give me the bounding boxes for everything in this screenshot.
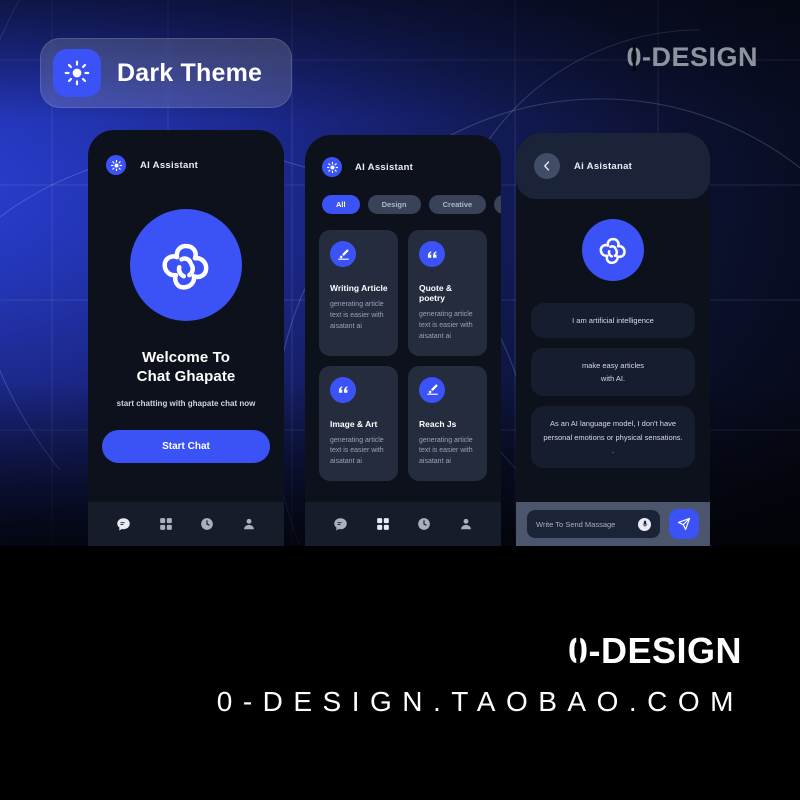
hero-logo-zero: 0 [626, 42, 642, 72]
phone3-avatar-wrap [516, 219, 710, 281]
phone2-tabbar [305, 502, 501, 546]
phone3-header: Ai Asistanat [516, 133, 710, 199]
chat-composer: Write To Send Massage [516, 502, 710, 546]
phone1-tabbar [88, 502, 284, 546]
footer-logo-text: -DESIGN [588, 630, 742, 671]
poster-canvas: Dark Theme 0 -DESIGN AI Assistant Welcom… [0, 0, 800, 800]
card-writing-article[interactable]: Writing Article generating article text … [319, 230, 398, 356]
feature-card-grid: Writing Article generating article text … [305, 214, 501, 482]
sun-icon [53, 49, 101, 97]
tab-apps[interactable] [159, 517, 173, 531]
grid-icon [159, 518, 172, 530]
chip-overflow[interactable] [494, 195, 501, 214]
tab-history[interactable] [417, 517, 431, 531]
card-title: Image & Art [330, 418, 378, 429]
dark-theme-badge[interactable]: Dark Theme [40, 38, 292, 108]
message-input-placeholder: Write To Send Massage [536, 519, 616, 529]
sun-dot-icon [106, 155, 126, 175]
chevron-left-icon[interactable] [534, 153, 560, 179]
pen-icon [419, 376, 445, 403]
phone2-title: AI Assistant [355, 161, 414, 173]
phone-screen-chat: Ai Asistanat I am artificial intelligenc… [516, 133, 710, 546]
message-input[interactable]: Write To Send Massage [527, 510, 660, 538]
chip-all[interactable]: All [322, 195, 360, 214]
card-title: Writing Article [330, 283, 388, 293]
tab-history[interactable] [200, 517, 214, 531]
grid-icon [376, 518, 389, 530]
footer-url: 0-DESIGN.TAOBAO.COM [216, 686, 744, 717]
phone2-header: AI Assistant [305, 135, 501, 177]
card-title: Reach Js [419, 418, 457, 429]
openai-flower-icon [130, 209, 242, 321]
phone1-cta-wrap: Start Chat [88, 430, 284, 464]
hero-logo-text: -DESIGN [641, 42, 758, 72]
chip-design[interactable]: Design [367, 195, 421, 214]
send-button[interactable] [669, 509, 699, 539]
phone1-title: AI Assistant [140, 159, 199, 171]
chat-bubble-icon [334, 517, 347, 530]
card-title: Quote & poetry [419, 283, 453, 303]
openai-flower-icon [582, 219, 644, 281]
card-description: generating article text is easier with a… [330, 436, 384, 466]
tab-profile[interactable] [242, 517, 256, 531]
phone-screen-welcome: AI Assistant Welcome To Chat Ghapate sta… [88, 130, 284, 546]
card-image-art[interactable]: Image & Art generating article text is e… [319, 365, 398, 482]
clock-icon [201, 518, 214, 530]
welcome-line-1: Welcome To [142, 349, 230, 366]
phone1-welcome-block: Welcome To Chat Ghapate [88, 348, 284, 386]
phone1-subtitle: start chatting with ghapate chat now [116, 399, 256, 409]
person-icon [244, 518, 255, 530]
tab-profile[interactable] [459, 517, 473, 531]
phone1-header: AI Assistant [88, 130, 284, 175]
quote-icon [419, 241, 445, 267]
send-icon [677, 517, 691, 531]
phone-screen-categories: AI Assistant All Design Creative Writing… [305, 135, 501, 546]
chat-message-list: I am artificial intelligence make easy a… [516, 281, 710, 468]
welcome-line-2: Chat Ghapate [136, 368, 236, 386]
phone1-brand-logo-wrap [88, 209, 284, 321]
chat-message: As an AI language model, I don't have pe… [531, 406, 695, 468]
hero-brand-logo: 0 -DESIGN [626, 42, 758, 73]
card-description: generating article text is easier with a… [330, 301, 384, 330]
tab-apps[interactable] [376, 517, 390, 531]
pen-icon [330, 241, 356, 267]
clock-icon [418, 518, 431, 530]
card-description: generating article text is easier with a… [419, 436, 473, 466]
chat-message: make easy articles with AI. [531, 348, 695, 397]
hero-background: Dark Theme 0 -DESIGN AI Assistant Welcom… [0, 0, 800, 546]
mic-icon[interactable] [638, 517, 651, 531]
sun-dot-icon [322, 157, 342, 177]
person-icon [461, 518, 472, 530]
card-quote-poetry[interactable]: Quote & poetry generating article text i… [408, 230, 487, 356]
start-chat-button[interactable]: Start Chat [102, 430, 270, 464]
dark-theme-label: Dark Theme [117, 58, 263, 87]
category-chip-list: All Design Creative [305, 177, 501, 214]
footer-logo-zero: 0 [567, 630, 589, 671]
chip-creative[interactable]: Creative [428, 195, 487, 214]
tab-chat[interactable] [333, 517, 348, 532]
chat-bubble-icon [117, 517, 130, 530]
card-reach-js[interactable]: Reach Js generating article text is easi… [408, 365, 487, 482]
phone3-title: Ai Asistanat [574, 160, 633, 172]
quote-icon [330, 376, 356, 403]
footer-bar: 0-DESIGN 0-DESIGN.TAOBAO.COM [0, 546, 800, 800]
card-description: generating article text is easier with a… [419, 311, 473, 340]
chat-message: I am artificial intelligence [531, 303, 695, 339]
tab-chat[interactable] [116, 517, 131, 532]
footer-brand-logo: 0-DESIGN [568, 630, 742, 672]
